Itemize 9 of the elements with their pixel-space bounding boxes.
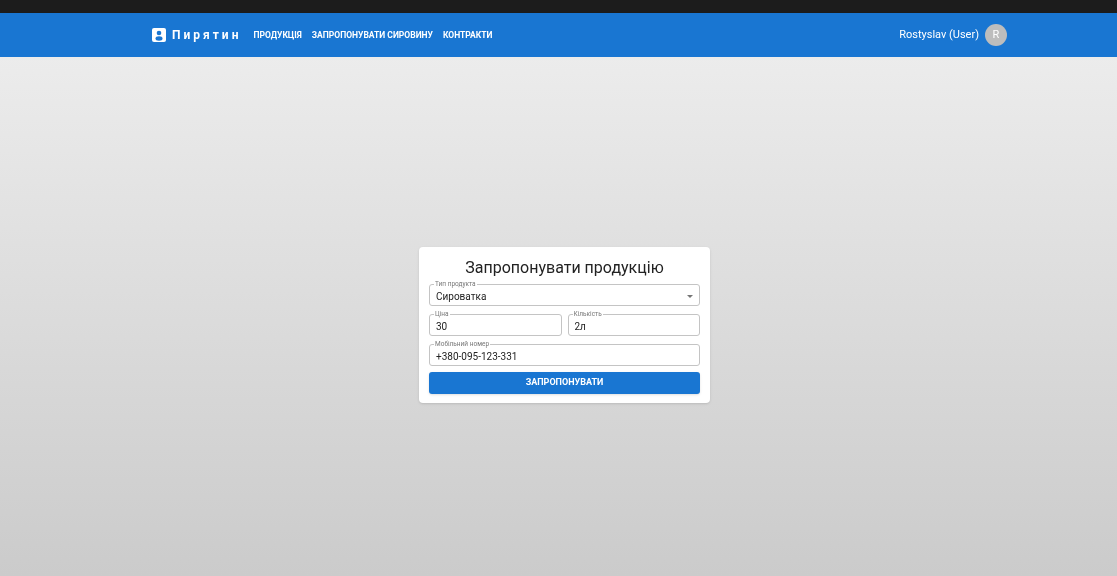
form-title: Запропонувати продукцію xyxy=(464,257,665,279)
submit-button[interactable]: ЗАПРОПОНУВАТИ xyxy=(429,372,700,394)
nav-link[interactable]: ЗАПРОПОНУВАТИ СИРОВИНУ xyxy=(309,28,435,42)
nav-link[interactable]: ПРОДУКЦІЯ xyxy=(251,28,304,42)
nav-link[interactable]: КОНТРАКТИ xyxy=(440,28,495,42)
user-name: Rostyslav (User) xyxy=(899,26,979,43)
brand-name[interactable]: Пирятин xyxy=(172,26,242,44)
logo-icon xyxy=(152,28,166,42)
caret-icon xyxy=(687,295,693,298)
